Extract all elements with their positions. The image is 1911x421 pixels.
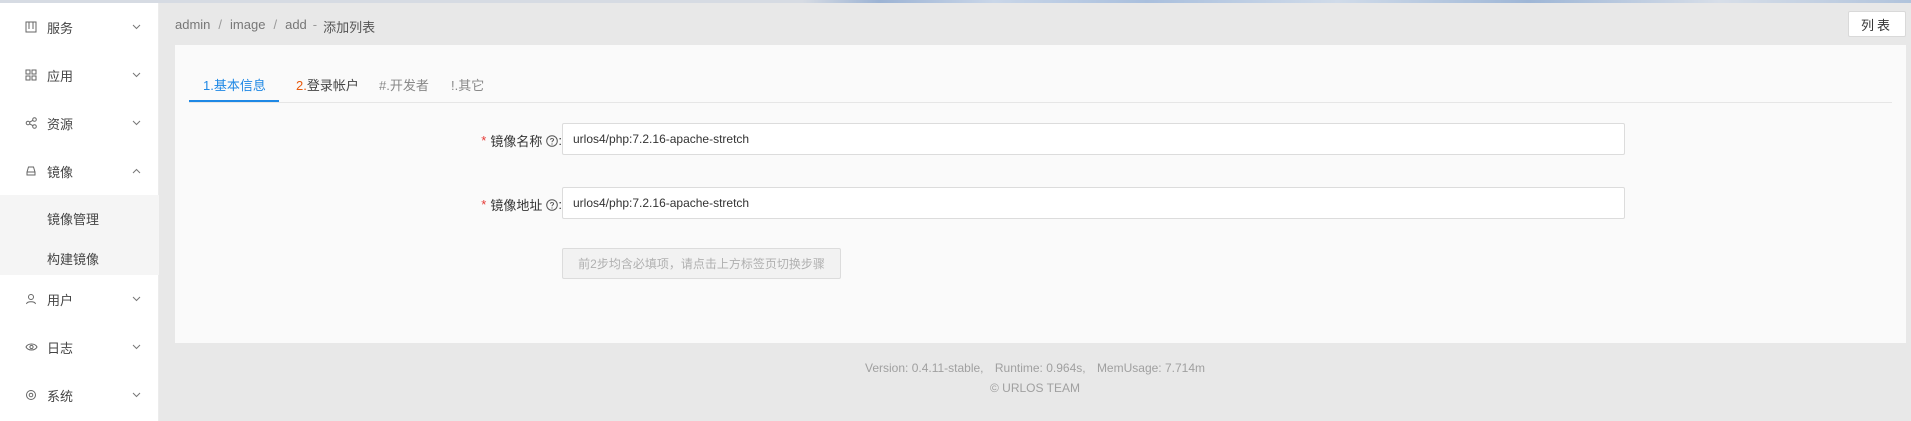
disabled-submit-hint-button[interactable]: 前2步均含必填项，请点击上方标签页切换步骤 [562,248,841,279]
chevron-up-icon [130,165,142,177]
sidebar-item-apps[interactable]: 应用 [0,51,159,99]
sidebar-item-label: 服务 [47,20,74,36]
tab-number: #. [379,78,390,93]
sidebar-subitem-build-image[interactable]: 构建镜像 [47,249,99,268]
sidebar-item-label: 应用 [47,68,74,84]
user-icon [24,292,38,306]
chevron-down-icon [130,293,142,305]
breadcrumb-dash: - [312,17,318,32]
chevron-down-icon [130,21,142,33]
image-name-label: * 镜像名称 : [481,131,562,150]
main-content: admin / image / add - 添加列表 列表 1.基本信息 2.登… [159,3,1911,421]
form-card: 1.基本信息 2.登录帐户 #.开发者 !.其它 * 镜像名称 : urlos4… [175,45,1906,343]
form-row-image-address: * 镜像地址 : urlos4/php:7.2.16-apache-stretc… [175,187,1906,219]
help-question-icon[interactable] [545,134,558,147]
sidebar-item-services[interactable]: 服务 [0,3,159,51]
apps-grid-icon [24,68,38,82]
sidebar-item-label: 用户 [47,292,74,308]
chevron-down-icon [130,69,142,81]
footer: Version: 0.4.11-stable, Runtime: 0.964s,… [159,358,1911,398]
chevron-down-icon [130,389,142,401]
sidebar-subitem-image-management[interactable]: 镜像管理 [47,209,99,228]
services-icon [24,20,38,34]
breadcrumb-image[interactable]: image [230,17,265,36]
footer-copyright: © URLOS TEAM [990,381,1080,395]
footer-stats: Version: 0.4.11-stable, Runtime: 0.964s,… [159,358,1911,378]
breadcrumb-current: 添加列表 [323,20,376,35]
sidebar-item-system[interactable]: 系统 [0,371,159,419]
breadcrumb-add: add [285,17,307,32]
tab-basic-info[interactable]: 1.基本信息 [203,75,266,94]
gear-icon [24,388,38,402]
tab-label: 其它 [458,78,485,93]
help-question-icon[interactable] [545,198,558,211]
tab-developer[interactable]: #.开发者 [379,75,429,94]
sidebar-item-label: 镜像 [47,164,74,180]
eye-icon [24,340,38,354]
sidebar-item-resources[interactable]: 资源 [0,99,159,147]
image-address-label: * 镜像地址 : [481,195,562,214]
tab-label: 登录帐户 [306,78,359,93]
chevron-down-icon [130,117,142,129]
sidebar-item-users[interactable]: 用户 [0,275,159,323]
tab-login-account[interactable]: 2.登录帐户 [296,75,359,94]
breadcrumb-admin[interactable]: admin [175,17,210,36]
image-name-input[interactable]: urlos4/php:7.2.16-apache-stretch [562,123,1625,155]
breadcrumb-separator: / [273,17,278,32]
tab-number: 1. [203,78,214,93]
field-label-text: 镜像地址 [490,198,543,213]
image-address-input[interactable]: urlos4/php:7.2.16-apache-stretch [562,187,1625,219]
images-submenu: 镜像管理 构建镜像 [0,195,159,275]
footer-runtime: Runtime: 0.964s, [994,361,1086,375]
tab-other[interactable]: !.其它 [451,75,484,94]
sidebar: 服务 应用 资源 镜像 镜像管理 构建镜像 用户 日志 系统 [0,3,159,421]
sidebar-item-label: 系统 [47,388,74,404]
footer-memusage: MemUsage: 7.714m [1096,361,1205,375]
tab-number: 2. [296,78,307,93]
required-mark: * [481,133,487,148]
breadcrumb-separator: / [218,17,223,32]
field-label-text: 镜像名称 [490,134,543,149]
tab-label: 开发者 [389,78,429,93]
sidebar-item-images[interactable]: 镜像 [0,147,159,195]
form-row-image-name: * 镜像名称 : urlos4/php:7.2.16-apache-stretc… [175,123,1906,155]
list-button[interactable]: 列表 [1848,11,1906,37]
tab-label: 基本信息 [213,78,266,93]
required-mark: * [481,197,487,212]
sidebar-item-label: 日志 [47,340,74,356]
active-tab-indicator [189,100,279,102]
step-tabs: 1.基本信息 2.登录帐户 #.开发者 !.其它 [189,61,1892,103]
share-nodes-icon [24,116,38,130]
footer-version: Version: 0.4.11-stable, [865,361,984,375]
sidebar-item-label: 资源 [47,116,74,132]
breadcrumb: admin / image / add - 添加列表 [175,17,375,36]
chevron-down-icon [130,341,142,353]
sidebar-item-logs[interactable]: 日志 [0,323,159,371]
drive-icon [24,164,38,178]
